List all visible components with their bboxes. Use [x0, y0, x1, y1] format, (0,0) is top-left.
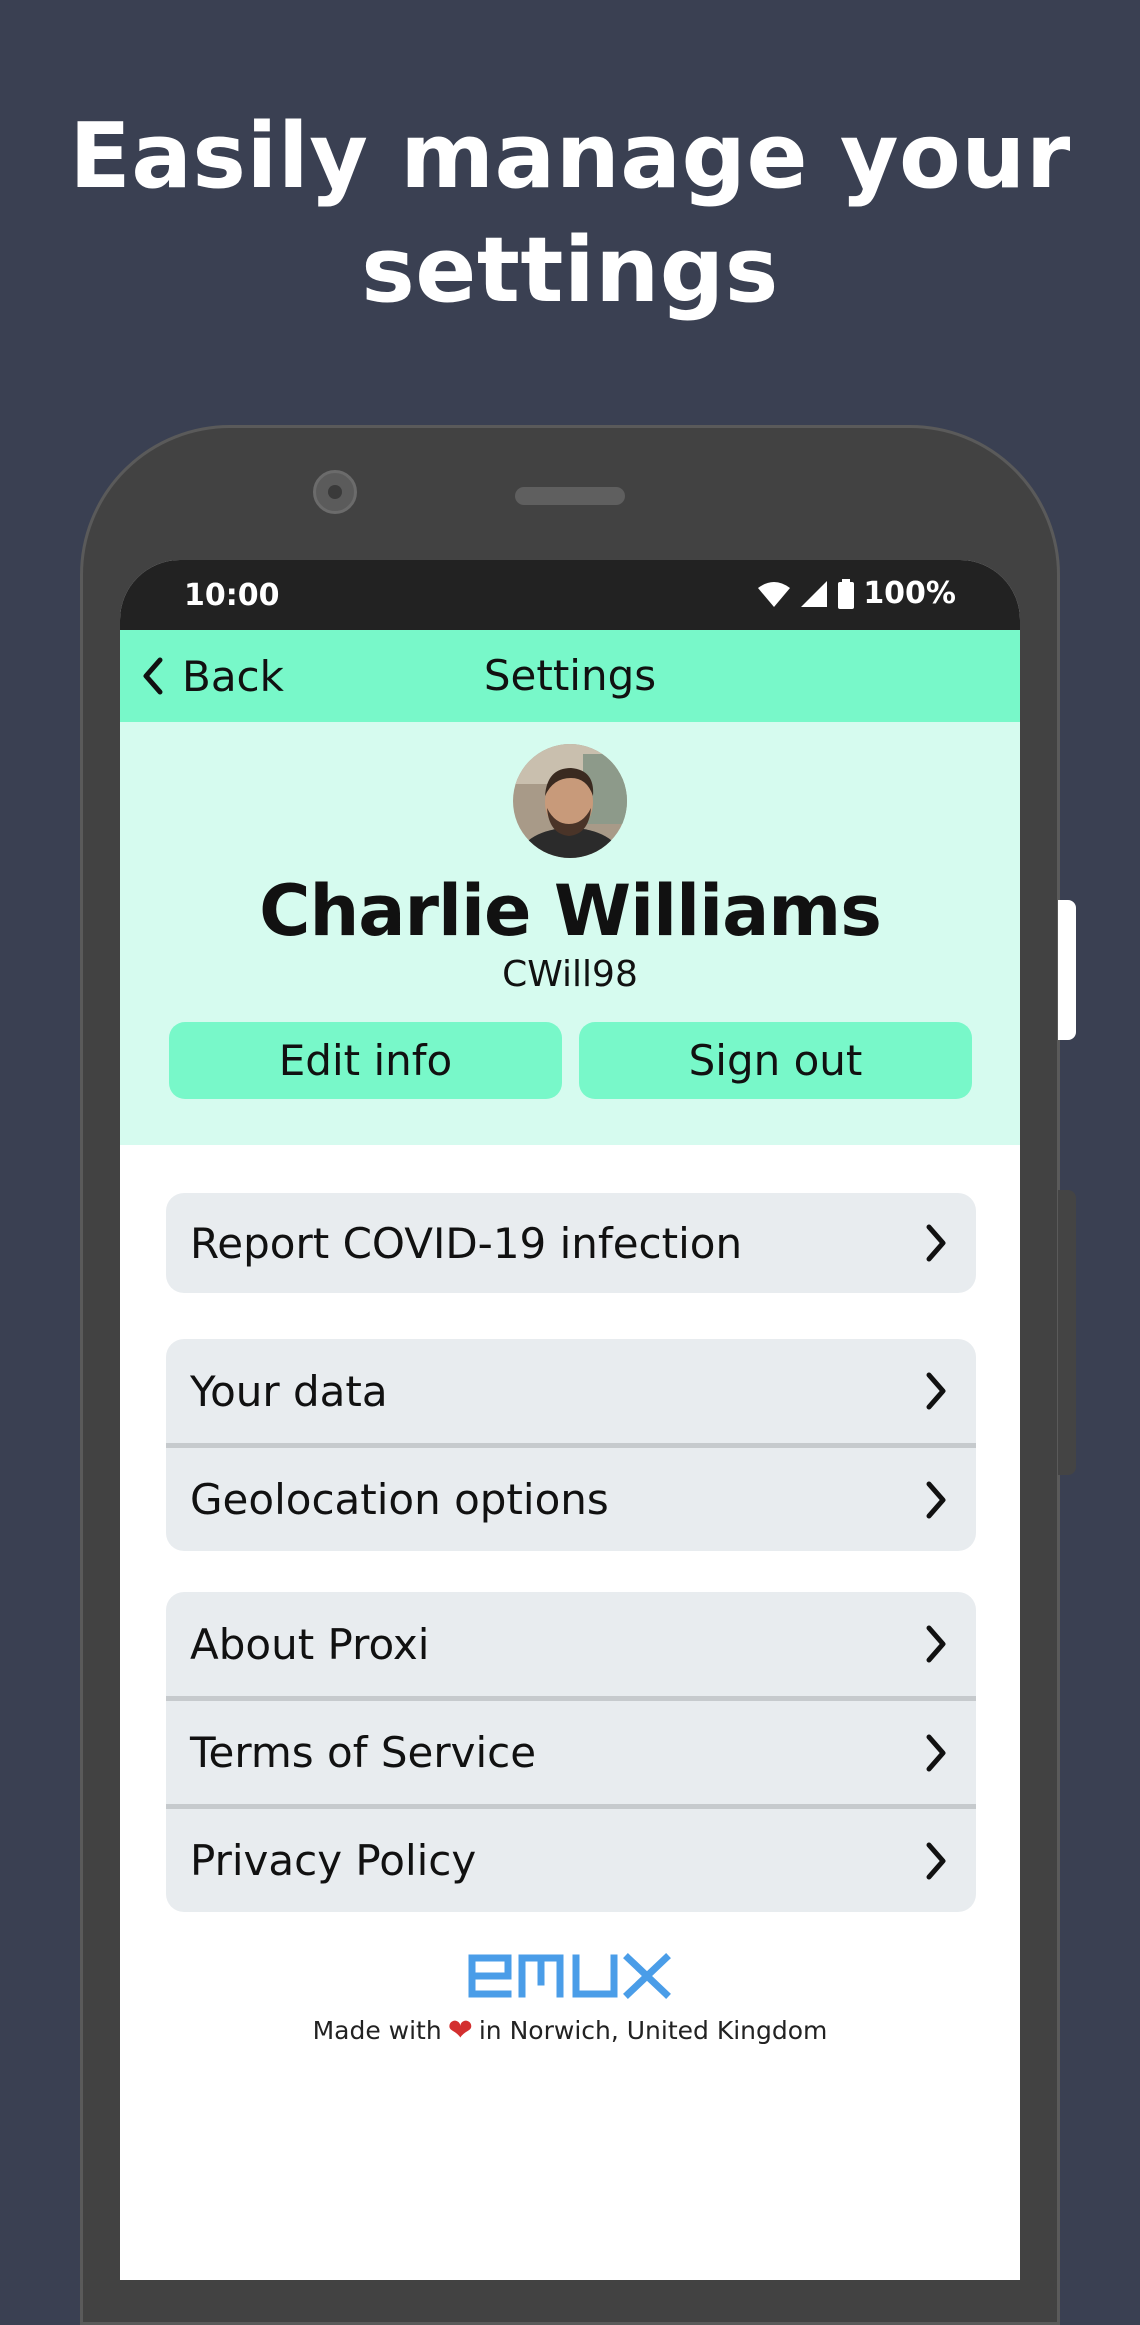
headline-line-1: Easily manage your	[69, 104, 1071, 209]
menu-item-privacy[interactable]: Privacy Policy	[166, 1804, 976, 1912]
status-bar: 10:00 100%	[120, 560, 1020, 630]
phone-screen: 10:00 100% Back Settings Charlie William…	[120, 560, 1020, 2280]
chevron-right-icon	[926, 1734, 946, 1771]
menu-group-about: About Proxi Terms of Service Privacy Pol…	[166, 1592, 976, 1912]
chevron-right-icon	[926, 1372, 946, 1410]
profile-username: CWill98	[502, 954, 638, 995]
menu-item-report-covid[interactable]: Report COVID-19 infection	[166, 1193, 976, 1293]
menu-item-label: Your data	[190, 1366, 388, 1416]
profile-name: Charlie Williams	[259, 870, 882, 952]
emux-logo	[468, 1953, 671, 1999]
made-with-credit: Made with ❤ in Norwich, United Kingdom	[120, 2013, 1020, 2048]
menu-item-label: Geolocation options	[190, 1475, 609, 1524]
chevron-right-icon	[926, 1625, 946, 1663]
headline-line-2: settings	[361, 218, 779, 323]
chevron-left-icon	[143, 657, 163, 695]
menu-item-label: Privacy Policy	[190, 1836, 477, 1885]
sign-out-button[interactable]: Sign out	[579, 1022, 972, 1099]
back-label: Back	[182, 651, 284, 701]
avatar	[513, 744, 627, 858]
app-bar: Back Settings	[120, 630, 1020, 722]
menu-item-geolocation[interactable]: Geolocation options	[166, 1443, 976, 1551]
wifi-icon	[758, 581, 791, 607]
edit-info-button[interactable]: Edit info	[169, 1022, 562, 1099]
menu-item-label: About Proxi	[190, 1619, 430, 1669]
back-button[interactable]: Back	[140, 630, 284, 722]
signal-icon	[801, 580, 828, 607]
phone-volume-button	[1058, 1190, 1076, 1475]
heart-icon: ❤	[447, 2013, 473, 2048]
menu-item-terms[interactable]: Terms of Service	[166, 1696, 976, 1804]
chevron-right-icon	[926, 1842, 946, 1879]
chevron-right-icon	[926, 1224, 946, 1262]
menu-group-covid: Report COVID-19 infection	[166, 1193, 976, 1293]
menu-group-data: Your data Geolocation options	[166, 1339, 976, 1551]
menu-item-about[interactable]: About Proxi	[166, 1592, 976, 1696]
battery-icon	[838, 578, 855, 609]
menu-item-your-data[interactable]: Your data	[166, 1339, 976, 1443]
status-icons: 100%	[757, 576, 956, 611]
status-time: 10:00	[184, 578, 280, 613]
front-camera	[313, 470, 357, 514]
battery-percentage: 100%	[863, 576, 956, 611]
profile-header: Charlie Williams CWill98 Edit info Sign …	[120, 722, 1020, 1145]
chevron-right-icon	[926, 1481, 946, 1518]
phone-power-button	[1058, 900, 1076, 1040]
menu-item-label: Terms of Service	[190, 1728, 537, 1777]
made-location: in Norwich, United Kingdom	[478, 2016, 828, 2045]
headline: Easily manage your settings	[0, 100, 1140, 328]
phone-speaker	[515, 487, 625, 505]
menu-item-label: Report COVID-19 infection	[190, 1218, 743, 1268]
made-with-label: Made with	[312, 2016, 442, 2045]
